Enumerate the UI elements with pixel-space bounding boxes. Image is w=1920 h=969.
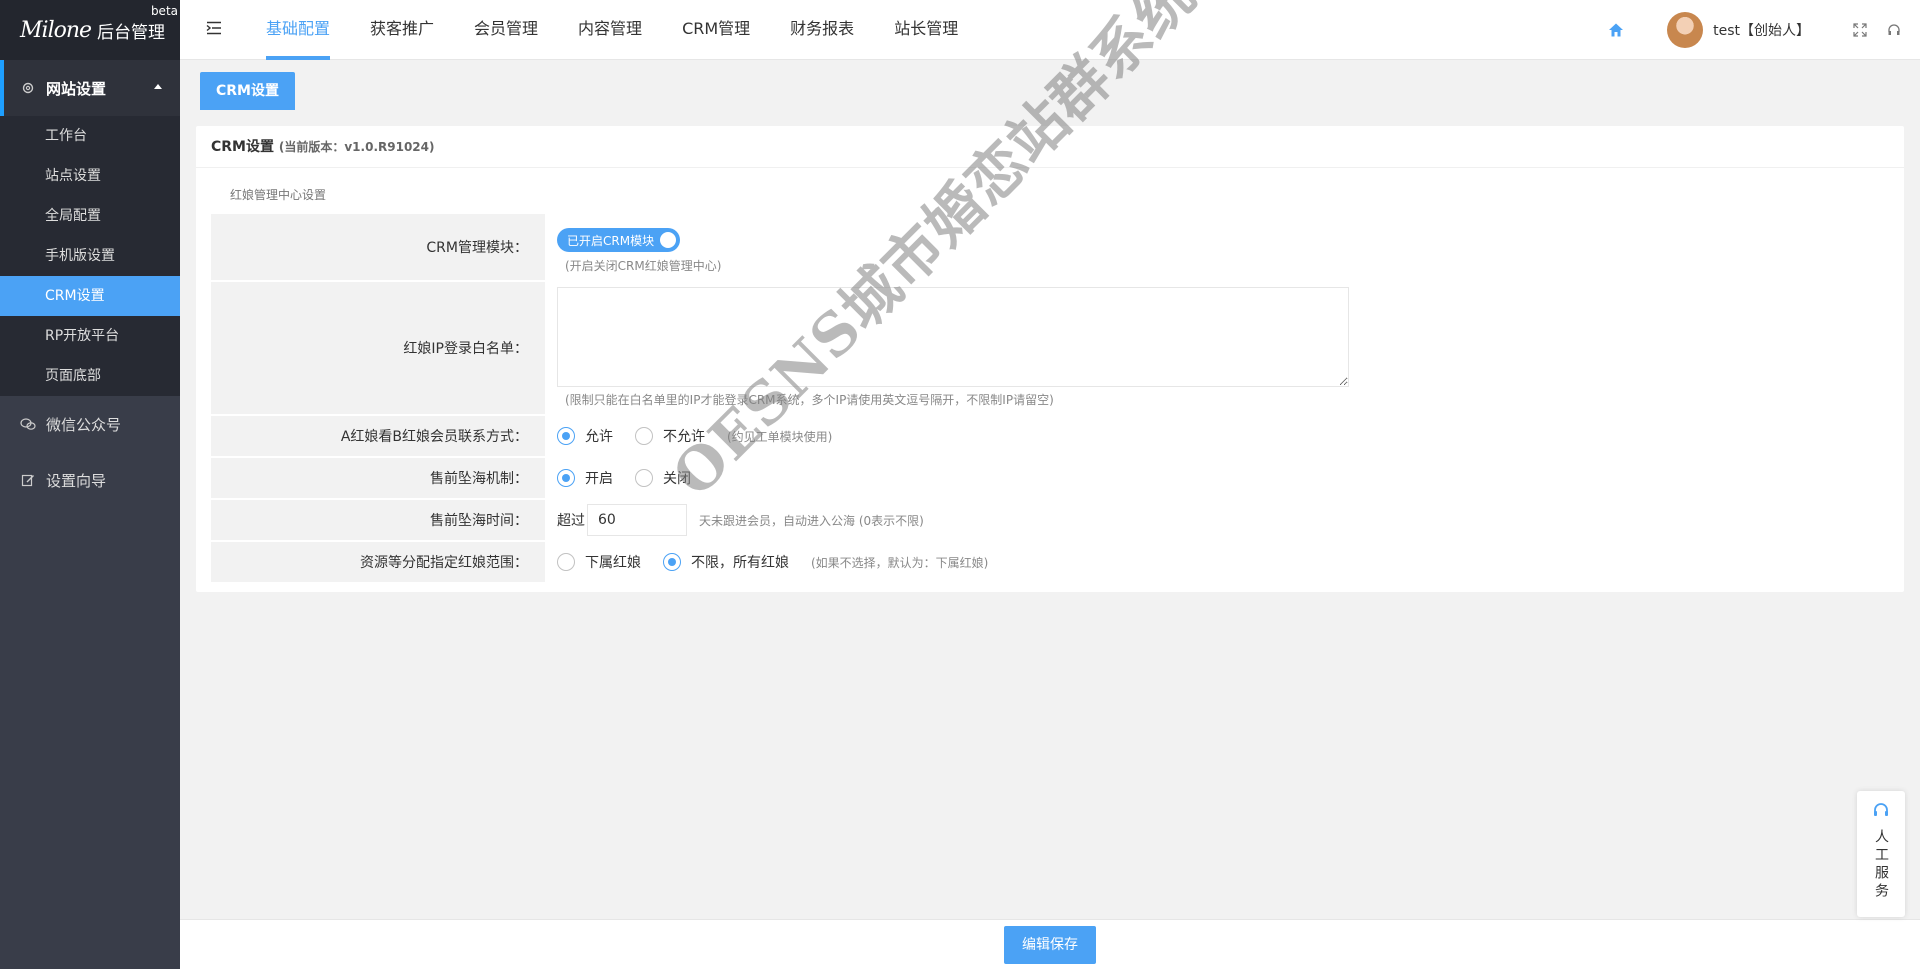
sidebar-item-crm-settings[interactable]: CRM设置 bbox=[0, 276, 180, 316]
gear-icon bbox=[20, 80, 36, 96]
sidebar-item-page-footer[interactable]: 页面底部 bbox=[0, 356, 180, 396]
form-row-presale-mech: 售前坠海机制： 开启 关闭 bbox=[211, 458, 713, 498]
customer-service-float[interactable]: 人工服务 bbox=[1857, 791, 1905, 917]
radio-all-matchmakers[interactable]: 不限，所有红娘 bbox=[663, 552, 789, 572]
crm-module-switch[interactable]: 已开启CRM模块 bbox=[557, 228, 681, 252]
menu-toggle-icon[interactable] bbox=[206, 19, 246, 40]
radio-circle bbox=[635, 469, 653, 487]
beta-badge: beta bbox=[150, 4, 178, 18]
radio-presale-on[interactable]: 开启 bbox=[557, 468, 613, 488]
sidebar-group-setup-guide[interactable]: 设置向导 bbox=[0, 452, 180, 508]
card-header: CRM设置 (当前版本：v1.0.R91024) bbox=[196, 126, 1904, 168]
version-label: (当前版本：v1.0.R91024) bbox=[278, 140, 435, 154]
crm-settings-card: CRM设置 (当前版本：v1.0.R91024) 红娘管理中心设置 CRM管理模… bbox=[196, 126, 1904, 592]
header-right: test【创始人】 bbox=[1607, 0, 1920, 60]
top-nav-financial-reports[interactable]: 财务报表 bbox=[770, 0, 874, 60]
footer-save-bar: 编辑保存 bbox=[180, 919, 1920, 969]
contact-view-body: 允许 不允许 (约见工单模块使用) bbox=[545, 416, 832, 456]
top-nav-crm-management[interactable]: CRM管理 bbox=[662, 0, 770, 60]
ip-whitelist-body: (限制只能在白名单里的IP才能登录CRM系统，多个IP请使用英文逗号隔开，不限制… bbox=[545, 282, 1349, 414]
contact-view-hint: (约见工单模块使用) bbox=[727, 429, 833, 444]
radio-label: 不允许 bbox=[663, 429, 705, 445]
radio-label: 不限，所有红娘 bbox=[691, 555, 789, 571]
headset-icon bbox=[1872, 801, 1890, 823]
radio-circle bbox=[663, 553, 681, 571]
radio-circle bbox=[635, 427, 653, 445]
radio-label: 允许 bbox=[585, 429, 613, 445]
form-row-contact-view: A红娘看B红娘会员联系方式： 允许 不允许 (约见工单模块使用) bbox=[211, 416, 832, 456]
caret-up-icon bbox=[154, 84, 162, 89]
sidebar-item-rp-platform[interactable]: RP开放平台 bbox=[0, 316, 180, 356]
sidebar-group-site-settings[interactable]: 网站设置 bbox=[0, 60, 180, 116]
sidebar-group-label: 网站设置 bbox=[46, 79, 107, 98]
section-title: 红娘管理中心设置 bbox=[230, 188, 327, 202]
form-row-resource-scope: 资源等分配指定红娘范围： 下属红娘 不限，所有红娘 (如果不选择，默认为：下属红… bbox=[211, 542, 988, 582]
radio-deny[interactable]: 不允许 bbox=[635, 426, 705, 446]
card-title: CRM设置 bbox=[211, 139, 274, 155]
ip-whitelist-label: 红娘IP登录白名单： bbox=[211, 282, 545, 414]
radio-allow[interactable]: 允许 bbox=[557, 426, 613, 446]
tab-bar: CRM设置 bbox=[180, 61, 1920, 115]
presale-days-input[interactable] bbox=[587, 504, 687, 536]
top-nav-customer-acquisition[interactable]: 获客推广 bbox=[350, 0, 454, 60]
radio-presale-off[interactable]: 关闭 bbox=[635, 468, 691, 488]
resource-scope-label: 资源等分配指定红娘范围： bbox=[211, 542, 545, 582]
edit-icon bbox=[20, 472, 36, 488]
sidebar-sub-list: 工作台 站点设置 全局配置 手机版设置 CRM设置 RP开放平台 页面底部 bbox=[0, 116, 180, 396]
top-header: 基础配置 获客推广 会员管理 内容管理 CRM管理 财务报表 站长管理 test… bbox=[180, 0, 1920, 60]
home-icon[interactable] bbox=[1607, 21, 1625, 39]
radio-label: 关闭 bbox=[663, 471, 691, 487]
top-nav-member-management[interactable]: 会员管理 bbox=[454, 0, 558, 60]
resource-scope-hint: (如果不选择，默认为：下属红娘) bbox=[811, 555, 989, 570]
fullscreen-icon[interactable] bbox=[1852, 22, 1868, 38]
radio-subordinate-matchmaker[interactable]: 下属红娘 bbox=[557, 552, 641, 572]
presale-time-body: 超过 天未跟进会员，自动进入公海 (0表示不限) bbox=[545, 500, 924, 540]
sidebar-item-mobile-settings[interactable]: 手机版设置 bbox=[0, 236, 180, 276]
presale-time-label: 售前坠海时间： bbox=[211, 500, 545, 540]
sidebar-group-wechat[interactable]: 微信公众号 bbox=[0, 396, 180, 452]
form-row-presale-time: 售前坠海时间： 超过 天未跟进会员，自动进入公海 (0表示不限) bbox=[211, 500, 924, 540]
headset-icon[interactable] bbox=[1886, 22, 1902, 38]
user-name[interactable]: test【创始人】 bbox=[1713, 20, 1810, 40]
save-button[interactable]: 编辑保存 bbox=[1004, 926, 1096, 964]
top-nav-content-management[interactable]: 内容管理 bbox=[558, 0, 662, 60]
crm-module-label: CRM管理模块： bbox=[211, 214, 545, 280]
logo[interactable]: Milone 后台管理 beta bbox=[0, 0, 180, 60]
presale-mech-label: 售前坠海机制： bbox=[211, 458, 545, 498]
radio-circle bbox=[557, 553, 575, 571]
sidebar-group-label: 设置向导 bbox=[46, 471, 107, 490]
wechat-icon bbox=[20, 416, 36, 432]
ip-whitelist-textarea[interactable] bbox=[557, 287, 1349, 387]
avatar[interactable] bbox=[1667, 12, 1704, 48]
top-nav: 基础配置 获客推广 会员管理 内容管理 CRM管理 财务报表 站长管理 bbox=[246, 0, 978, 60]
sidebar-item-dashboard[interactable]: 工作台 bbox=[0, 116, 180, 156]
sidebar-item-site-settings[interactable]: 站点设置 bbox=[0, 156, 180, 196]
crm-module-hint: (开启关闭CRM红娘管理中心) bbox=[565, 259, 722, 273]
radio-circle bbox=[557, 427, 575, 445]
form-row-crm-module: CRM管理模块： 已开启CRM模块 (开启关闭CRM红娘管理中心) bbox=[211, 214, 721, 280]
crm-module-body: 已开启CRM模块 (开启关闭CRM红娘管理中心) bbox=[545, 214, 721, 280]
sidebar: Milone 后台管理 beta 网站设置 工作台 站点设置 全局配置 手机版设… bbox=[0, 0, 180, 969]
contact-view-label: A红娘看B红娘会员联系方式： bbox=[211, 416, 545, 456]
resource-scope-body: 下属红娘 不限，所有红娘 (如果不选择，默认为：下属红娘) bbox=[545, 542, 988, 582]
top-nav-basic-config[interactable]: 基础配置 bbox=[246, 0, 350, 60]
presale-time-hint: 天未跟进会员，自动进入公海 (0表示不限) bbox=[699, 513, 924, 528]
ip-whitelist-hint: (限制只能在白名单里的IP才能登录CRM系统，多个IP请使用英文逗号隔开，不限制… bbox=[565, 393, 1054, 407]
switch-knob bbox=[660, 232, 677, 248]
radio-label: 下属红娘 bbox=[585, 555, 641, 571]
form-row-ip-whitelist: 红娘IP登录白名单： (限制只能在白名单里的IP才能登录CRM系统，多个IP请使… bbox=[211, 282, 1349, 414]
logo-mark: Milone bbox=[20, 17, 92, 43]
service-label: 人工服务 bbox=[1873, 829, 1889, 901]
top-nav-admin-management[interactable]: 站长管理 bbox=[874, 0, 978, 60]
tab-crm-settings[interactable]: CRM设置 bbox=[200, 72, 295, 110]
radio-circle bbox=[557, 469, 575, 487]
sidebar-group-label: 微信公众号 bbox=[46, 415, 122, 434]
radio-label: 开启 bbox=[585, 471, 613, 487]
logo-title: 后台管理 bbox=[97, 22, 166, 43]
switch-text: 已开启CRM模块 bbox=[567, 233, 655, 248]
sidebar-item-global-config[interactable]: 全局配置 bbox=[0, 196, 180, 236]
presale-time-prefix: 超过 bbox=[557, 513, 585, 529]
presale-mech-body: 开启 关闭 bbox=[545, 458, 713, 498]
